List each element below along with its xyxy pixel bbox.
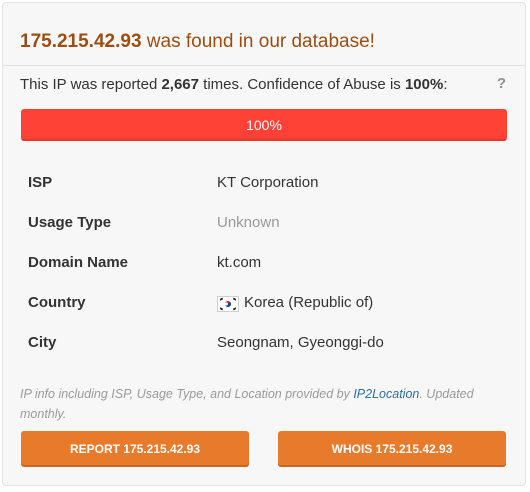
south-korea-flag-icon: [217, 295, 239, 312]
info-row-domain: Domain Name kt.com: [28, 243, 508, 283]
info-row-country: Country Korea (Republic of): [28, 283, 508, 323]
note-text: IP info including ISP, Usage Type, and L…: [20, 387, 354, 401]
data-source-note: IP info including ISP, Usage Type, and L…: [20, 384, 490, 424]
country-value: Korea (Republic of): [217, 294, 374, 312]
report-suffix: :: [443, 76, 448, 93]
confidence-bar-fill: 100%: [21, 109, 507, 141]
info-row-isp: ISP KT Corporation: [28, 163, 508, 203]
ip-address: 175.215.42.93: [20, 31, 142, 52]
usage-type-label: Usage Type: [28, 214, 112, 231]
confidence-bar: 100%: [21, 109, 507, 141]
report-ip-button[interactable]: REPORT 175.215.42.93: [21, 431, 249, 467]
country-label: Country: [28, 294, 86, 311]
country-name: Korea (Republic of): [244, 294, 374, 311]
card-header: 175.215.42.93 was found in our database!: [3, 3, 525, 66]
report-summary: This IP was reported 2,667 times. Confid…: [20, 76, 490, 93]
ip2location-link[interactable]: IP2Location: [353, 387, 419, 401]
isp-label: ISP: [28, 174, 53, 191]
page-title: 175.215.42.93 was found in our database!: [20, 31, 375, 53]
found-text: was found in our database!: [141, 31, 375, 52]
report-middle: times. Confidence of Abuse is: [199, 76, 405, 93]
domain-name-label: Domain Name: [28, 254, 129, 271]
city-label: City: [28, 334, 57, 351]
whois-ip-button[interactable]: WHOIS 175.215.42.93: [278, 431, 506, 467]
report-count: 2,667: [161, 76, 199, 93]
city-value: Seongnam, Gyeonggi-do: [217, 334, 384, 351]
domain-name-value: kt.com: [217, 254, 262, 271]
help-icon[interactable]: ?: [497, 75, 506, 92]
ip-info-table: ISP KT Corporation Usage Type Unknown Do…: [28, 163, 508, 363]
info-row-usage-type: Usage Type Unknown: [28, 203, 508, 243]
report-prefix: This IP was reported: [20, 76, 162, 93]
usage-type-value: Unknown: [217, 214, 280, 231]
info-row-city: City Seongnam, Gyeonggi-do: [28, 323, 508, 363]
confidence-value: 100%: [404, 76, 444, 93]
ip-result-card: 175.215.42.93 was found in our database!…: [2, 2, 526, 486]
isp-value: KT Corporation: [217, 174, 319, 191]
